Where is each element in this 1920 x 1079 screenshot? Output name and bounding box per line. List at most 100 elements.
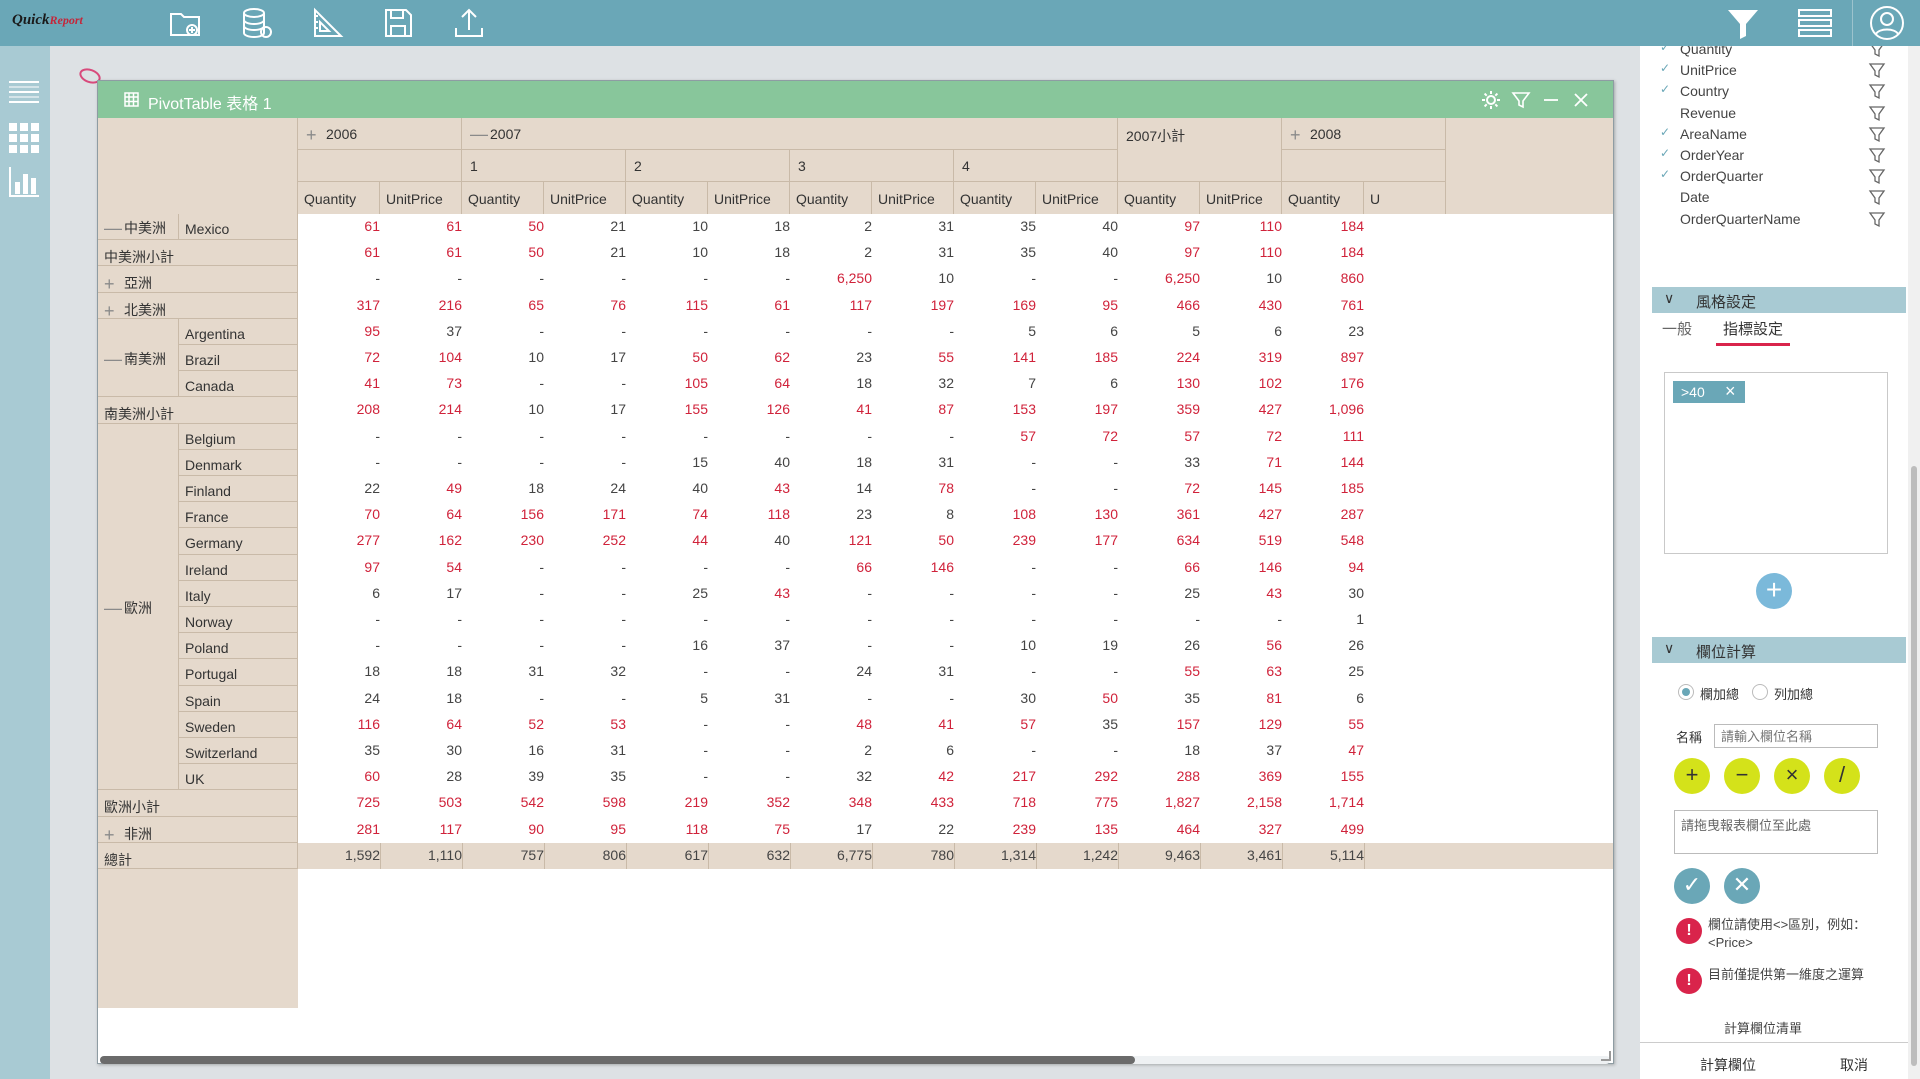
upload-icon[interactable]	[450, 4, 488, 42]
panel-scrollbar[interactable]	[1908, 46, 1920, 1079]
collapse-minus-icon[interactable]: —	[104, 350, 122, 368]
op-minus-button[interactable]: −	[1724, 758, 1760, 794]
measure-header[interactable]: UnitPrice	[1036, 182, 1118, 214]
filter-outline-icon[interactable]	[1868, 104, 1886, 122]
calc-name-input[interactable]	[1714, 724, 1878, 748]
op-plus-button[interactable]: +	[1674, 758, 1710, 794]
filter-outline-icon[interactable]	[1868, 61, 1886, 79]
quarter-header[interactable]: 2	[626, 150, 790, 182]
calc-section-header[interactable]: ∨ 欄位計算	[1652, 637, 1906, 663]
ruler-icon[interactable]	[308, 4, 346, 42]
field-item[interactable]: OrderQuarterName	[1650, 208, 1892, 234]
measure-header[interactable]: UnitPrice	[872, 182, 954, 214]
radio-row-sum[interactable]	[1752, 684, 1768, 700]
tab-indicator[interactable]: 指標設定	[1716, 318, 1790, 346]
add-indicator-button[interactable]: +	[1756, 573, 1792, 609]
filter-icon[interactable]	[1724, 4, 1762, 42]
measure-header[interactable]: Quantity	[954, 182, 1036, 214]
open-folder-icon[interactable]	[166, 4, 204, 42]
measure-header[interactable]: UnitPrice	[708, 182, 790, 214]
filter-outline-icon[interactable]	[1868, 167, 1886, 185]
measure-header[interactable]: Quantity	[626, 182, 708, 214]
menu-icon[interactable]	[6, 74, 42, 110]
country-row-header[interactable]: Canada	[179, 371, 298, 398]
filter-outline-icon[interactable]	[1868, 46, 1886, 58]
filter-outline-icon[interactable]	[1868, 210, 1886, 228]
expand-plus-icon[interactable]: +	[306, 126, 320, 144]
quarter-header[interactable]: 3	[790, 150, 954, 182]
measure-header[interactable]: Quantity	[1118, 182, 1200, 214]
filter-outline-icon[interactable]	[1868, 82, 1886, 100]
collapse-minus-icon[interactable]: —	[104, 219, 122, 237]
row-group-header[interactable]: — 歐洲	[98, 423, 179, 791]
op-divide-button[interactable]: /	[1824, 758, 1860, 794]
tab-general[interactable]: 一般	[1662, 318, 1692, 339]
country-row-header[interactable]: UK	[179, 764, 298, 791]
measure-header[interactable]: Quantity	[298, 182, 380, 214]
country-row-header[interactable]: Portugal	[179, 659, 298, 686]
country-row-header[interactable]: Spain	[179, 685, 298, 712]
user-icon[interactable]	[1868, 4, 1906, 42]
subtotal-row-header[interactable]: 中美洲小計	[98, 240, 298, 267]
row-group-header[interactable]: + 亞洲	[98, 266, 298, 293]
window-header[interactable]: PivotTable 表格 1	[98, 81, 1613, 118]
year-header[interactable]: 2007小計	[1118, 118, 1282, 182]
scrollbar-thumb[interactable]	[100, 1056, 1135, 1064]
country-row-header[interactable]: Italy	[179, 580, 298, 607]
measure-header[interactable]: U	[1364, 182, 1446, 214]
subtotal-row-header[interactable]: 歐洲小計	[98, 790, 298, 817]
collapse-minus-icon[interactable]: —	[470, 125, 488, 143]
indicator-chip[interactable]: >40 ×	[1673, 381, 1745, 403]
horizontal-scrollbar[interactable]	[98, 1056, 1613, 1065]
close-icon[interactable]	[1570, 89, 1592, 111]
country-row-header[interactable]: Switzerland	[179, 738, 298, 765]
country-row-header[interactable]: Denmark	[179, 449, 298, 476]
country-row-header[interactable]: Ireland	[179, 554, 298, 581]
cancel-x-button[interactable]: ✕	[1724, 868, 1760, 904]
grid-icon[interactable]	[6, 120, 42, 156]
expand-plus-icon[interactable]: +	[1290, 126, 1304, 144]
measure-header[interactable]: Quantity	[1282, 182, 1364, 214]
row-group-header[interactable]: + 非洲	[98, 816, 298, 844]
expand-plus-icon[interactable]: +	[104, 302, 118, 320]
measure-header[interactable]: UnitPrice	[1200, 182, 1282, 214]
minimize-icon[interactable]	[1540, 89, 1562, 111]
measure-header[interactable]: Quantity	[790, 182, 872, 214]
filter-outline-icon[interactable]	[1868, 188, 1886, 206]
row-group-header[interactable]: + 北美洲	[98, 292, 298, 320]
filter-outline-icon[interactable]	[1868, 125, 1886, 143]
calc-drop-area[interactable]: 請拖曳報表欄位至此處	[1674, 810, 1878, 854]
country-row-header[interactable]: Sweden	[179, 711, 298, 738]
calc-list-link[interactable]: 計算欄位清單	[1724, 1018, 1802, 1037]
country-row-header[interactable]: Finland	[179, 476, 298, 503]
year-header[interactable]: +2006	[298, 118, 462, 150]
list-icon[interactable]	[1796, 4, 1836, 42]
cancel-button[interactable]: 取消	[1840, 1055, 1868, 1075]
country-row-header[interactable]: Argentina	[179, 318, 298, 345]
chart-icon[interactable]	[6, 164, 42, 200]
subtotal-row-header[interactable]: 南美洲小計	[98, 397, 298, 424]
country-row-header[interactable]: Mexico	[179, 214, 298, 241]
panel-scrollbar-thumb[interactable]	[1911, 466, 1917, 1066]
year-header[interactable]: —2007	[462, 118, 1118, 150]
chip-close-icon[interactable]: ×	[1725, 381, 1736, 402]
quarter-header[interactable]: 4	[954, 150, 1118, 182]
country-row-header[interactable]: France	[179, 502, 298, 529]
country-row-header[interactable]: Norway	[179, 607, 298, 634]
country-row-header[interactable]: Poland	[179, 633, 298, 660]
measure-header[interactable]: UnitPrice	[380, 182, 462, 214]
save-icon[interactable]	[379, 4, 417, 42]
filter-outline-icon[interactable]	[1510, 89, 1532, 111]
country-row-header[interactable]: Brazil	[179, 345, 298, 372]
measure-header[interactable]: Quantity	[462, 182, 544, 214]
country-row-header[interactable]: Belgium	[179, 423, 298, 450]
calc-field-button[interactable]: 計算欄位	[1700, 1055, 1756, 1075]
pivot-table-window[interactable]: PivotTable 表格 1 +2006—2007 2007小計 +2008 12…	[97, 80, 1614, 1064]
resize-handle[interactable]	[1601, 1051, 1611, 1061]
collapse-minus-icon[interactable]: —	[104, 599, 122, 617]
measure-header[interactable]: UnitPrice	[544, 182, 626, 214]
expand-plus-icon[interactable]: +	[104, 826, 118, 844]
quarter-header[interactable]: 1	[462, 150, 626, 182]
expand-plus-icon[interactable]: +	[104, 275, 118, 293]
row-group-header[interactable]: — 南美洲	[98, 318, 179, 398]
